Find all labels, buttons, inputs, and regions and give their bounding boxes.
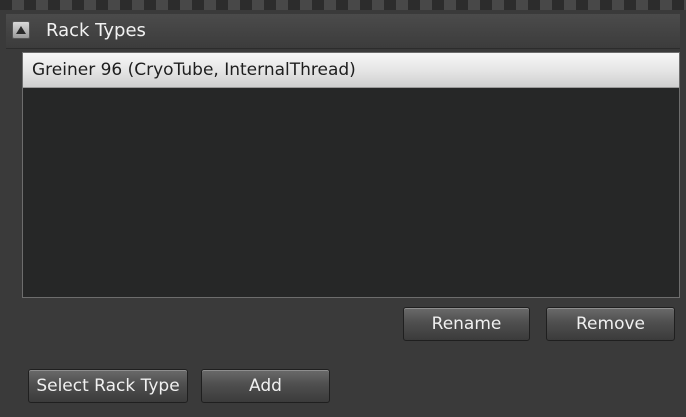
collapse-button[interactable] xyxy=(12,21,30,39)
panel-header: Rack Types xyxy=(6,14,680,49)
rack-types-panel: Rack Types Greiner 96 (CryoTube, Interna… xyxy=(0,0,686,417)
rename-button[interactable]: Rename xyxy=(403,307,530,341)
remove-button[interactable]: Remove xyxy=(546,307,675,341)
list-item-label: Greiner 96 (CryoTube, InternalThread) xyxy=(32,60,356,80)
rack-types-list[interactable]: Greiner 96 (CryoTube, InternalThread) xyxy=(22,52,680,298)
list-item-selected[interactable]: Greiner 96 (CryoTube, InternalThread) xyxy=(23,53,679,88)
add-button[interactable]: Add xyxy=(201,369,330,403)
select-rack-type-button[interactable]: Select Rack Type xyxy=(28,369,188,403)
triangle-up-icon xyxy=(16,26,26,34)
panel-top-border xyxy=(0,0,686,10)
panel-title: Rack Types xyxy=(46,20,146,41)
